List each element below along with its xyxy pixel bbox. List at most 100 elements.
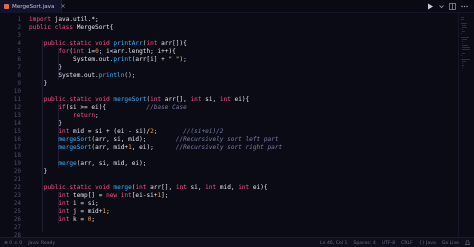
editor-pane[interactable]: 1 2 3 4 5 6 7 8 9 10 11 12 13 14 15 16 17 18 19 20 21 22 23 24 2…: [0, 13, 474, 239]
code-line[interactable]: int k = 0;: [29, 216, 95, 224]
tab-mergesort-java[interactable]: MergeSort.java ×: [0, 0, 65, 13]
code-token: ;: [98, 48, 107, 55]
bell-icon[interactable]: [465, 240, 470, 246]
minimap[interactable]: [458, 13, 474, 237]
code-line[interactable]: }: [29, 80, 48, 88]
code-line[interactable]: int mid = si + (ei - si)/2; //(si+ei)/2: [29, 128, 223, 136]
code-token: int: [58, 216, 70, 223]
minimap-line: [461, 59, 470, 60]
minimap-line: [461, 39, 467, 40]
code-token: int: [58, 128, 70, 135]
minimap-line: [461, 61, 467, 62]
code-line[interactable]: }: [29, 64, 62, 72]
code-token: }: [29, 80, 48, 87]
code-line[interactable]: return;: [29, 112, 99, 120]
code-token: for: [58, 48, 70, 55]
status-item-left[interactable]: Java: Ready: [28, 241, 55, 246]
code-token: public: [43, 40, 66, 47]
code-token: mergeSort: [58, 144, 92, 151]
code-token: println: [98, 72, 125, 79]
status-item-right[interactable]: {} Java: [419, 241, 436, 246]
close-icon[interactable]: ×: [60, 3, 65, 10]
status-bar-left: ⊗ 0 ⚠ 0 Java: Ready: [4, 238, 55, 247]
play-icon[interactable]: [427, 3, 434, 10]
minimap-line: [461, 17, 464, 18]
code-token: , ei);: [131, 144, 176, 151]
editor-actions: [427, 1, 468, 12]
minimap-line: [461, 23, 467, 24]
code-token: void: [95, 40, 110, 47]
status-item-right[interactable]: Go Live: [442, 241, 459, 246]
code-token: int: [73, 48, 85, 55]
code-token: [ei-si+: [131, 192, 158, 199]
code-token: static: [69, 184, 92, 191]
code-line[interactable]: }: [29, 120, 62, 128]
code-token: i = si;: [69, 200, 99, 207]
minimap-line: [461, 19, 465, 20]
minimap-line: [461, 65, 464, 66]
code-token: int: [146, 40, 158, 47]
code-token: ;: [95, 112, 99, 119]
code-token: arr, si, mid, ei);: [80, 160, 147, 167]
status-item-label: Java: Ready: [28, 240, 56, 246]
code-line[interactable]: for(int i=0; i<arr.length; i++){: [29, 48, 175, 56]
code-line[interactable]: public static void printArr(int arr[]){: [29, 40, 187, 48]
status-item-right[interactable]: Spaces: 4: [353, 241, 375, 246]
status-item-label: Ln 46, Col 1: [320, 240, 348, 246]
code-token: static: [69, 40, 92, 47]
code-line[interactable]: }: [29, 168, 48, 176]
code-token: print: [113, 56, 132, 63]
status-bar: ⊗ 0 ⚠ 0 Java: Ready Ln 46, Col 1 Spaces: 4…: [0, 237, 474, 247]
code-line[interactable]: public static void mergeSort(int arr[], …: [29, 96, 250, 104]
code-line[interactable]: import java.util.*;: [29, 16, 99, 24]
code-line[interactable]: System.out.print(arr[i] + " ");: [29, 56, 187, 64]
code-token: temp[] =: [69, 192, 107, 199]
code-token: si >= ei){: [69, 104, 147, 111]
code-token: int: [58, 200, 70, 207]
code-line[interactable]: mergeSort(arr, si, mid); //Recursively s…: [29, 136, 279, 144]
code-line[interactable]: if(si >= ei){ //base Case: [29, 104, 186, 112]
code-token: }: [29, 168, 48, 175]
code-line[interactable]: int temp[] = new int[ei-si+1];: [29, 192, 168, 200]
code-line[interactable]: public static void merge(int arr[], int …: [29, 184, 268, 192]
code-line[interactable]: int j = mid+1;: [29, 208, 110, 216]
status-item-right[interactable]: CRLF: [401, 241, 413, 246]
code-token: static: [69, 96, 92, 103]
status-item-label: ⊗ 0 ⚠ 0: [4, 240, 23, 246]
status-item-label: {} Java: [418, 240, 436, 246]
status-item-label: Go Live: [441, 240, 459, 246]
code-token: return: [73, 112, 96, 119]
code-token: int: [190, 96, 202, 103]
status-item-label: CRLF: [401, 240, 413, 246]
status-item-right[interactable]: UTF-8: [382, 241, 395, 246]
code-token: //(si+ei)/2: [183, 128, 224, 135]
code-token: arr[i] +: [135, 56, 169, 63]
code-token: System.out.: [29, 72, 99, 79]
code-token: arr[],: [161, 96, 191, 103]
split-editor-icon[interactable]: [449, 3, 456, 10]
minimap-line: [461, 53, 466, 54]
minimap-line: [462, 41, 464, 42]
code-line[interactable]: merge(arr, si, mid, ei);: [29, 160, 146, 168]
status-item-left[interactable]: ⊗ 0 ⚠ 0: [4, 241, 22, 246]
code-line[interactable]: System.out.println();: [29, 72, 135, 80]
code-token: si,: [186, 184, 206, 191]
code-token: void: [95, 184, 110, 191]
more-icon[interactable]: [461, 3, 468, 10]
code-area[interactable]: import java.util.*; public class MergeSor…: [0, 13, 458, 237]
code-token: int: [58, 192, 70, 199]
tab-label: MergeSort.java: [12, 3, 55, 10]
code-token: ;: [106, 208, 110, 215]
status-item-right[interactable]: Ln 46, Col 1: [320, 241, 347, 246]
code-token: //Recursively sort left part: [175, 136, 279, 143]
code-token: arr, si, mid);: [95, 136, 176, 143]
code-line[interactable]: mergeSort(arr, mid+1, ei); //Recursively…: [29, 144, 282, 152]
code-line[interactable]: int i = si;: [29, 200, 99, 208]
code-token: " ": [168, 56, 180, 63]
code-line[interactable]: public class MergeSort{: [29, 24, 113, 32]
chevron-down-icon[interactable]: [439, 3, 444, 10]
